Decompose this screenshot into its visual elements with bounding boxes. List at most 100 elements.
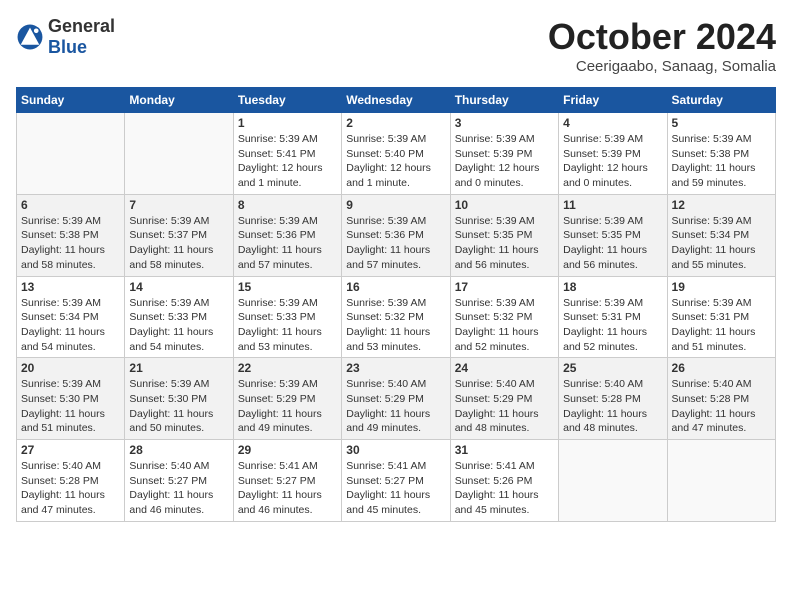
calendar-cell	[17, 113, 125, 195]
calendar-week-5: 27Sunrise: 5:40 AMSunset: 5:28 PMDayligh…	[17, 440, 776, 522]
day-number: 16	[346, 280, 445, 294]
cell-details: Sunrise: 5:39 AMSunset: 5:31 PMDaylight:…	[563, 296, 662, 355]
cell-details: Sunrise: 5:39 AMSunset: 5:35 PMDaylight:…	[455, 214, 554, 273]
weekday-header-row: SundayMondayTuesdayWednesdayThursdayFrid…	[17, 88, 776, 113]
cell-details: Sunrise: 5:41 AMSunset: 5:27 PMDaylight:…	[238, 459, 337, 518]
calendar-cell: 21 Sunrise: 5:39 AMSunset: 5:30 PMDayligh…	[125, 358, 233, 440]
day-number: 23	[346, 361, 445, 375]
cell-details: Sunrise: 5:39 AMSunset: 5:29 PMDaylight:…	[238, 377, 337, 436]
calendar-cell: 13 Sunrise: 5:39 AMSunset: 5:34 PMDayligh…	[17, 276, 125, 358]
calendar-body: 1Sunrise: 5:39 AMSunset: 5:41 PMDaylight…	[17, 113, 776, 522]
weekday-header-wednesday: Wednesday	[342, 88, 450, 113]
calendar-cell: 29 Sunrise: 5:41 AMSunset: 5:27 PMDayligh…	[233, 440, 341, 522]
day-number: 11	[563, 198, 662, 212]
calendar-cell: 30 Sunrise: 5:41 AMSunset: 5:27 PMDayligh…	[342, 440, 450, 522]
cell-details: Sunrise: 5:40 AMSunset: 5:28 PMDaylight:…	[672, 377, 771, 436]
calendar-cell: 2Sunrise: 5:39 AMSunset: 5:40 PMDaylight…	[342, 113, 450, 195]
day-number: 13	[21, 280, 120, 294]
day-number: 5	[672, 116, 771, 130]
logo-text: General Blue	[48, 16, 115, 58]
calendar-cell: 25 Sunrise: 5:40 AMSunset: 5:28 PMDayligh…	[559, 358, 667, 440]
calendar-cell: 6Sunrise: 5:39 AMSunset: 5:38 PMDaylight…	[17, 194, 125, 276]
day-number: 9	[346, 198, 445, 212]
cell-details: Sunrise: 5:39 AMSunset: 5:34 PMDaylight:…	[21, 296, 120, 355]
cell-details: Sunrise: 5:39 AMSunset: 5:39 PMDaylight:…	[455, 132, 554, 191]
cell-details: Sunrise: 5:39 AMSunset: 5:37 PMDaylight:…	[129, 214, 228, 273]
page-header: General Blue October 2024 Ceerigaabo, Sa…	[16, 16, 776, 75]
calendar-week-2: 6Sunrise: 5:39 AMSunset: 5:38 PMDaylight…	[17, 194, 776, 276]
cell-details: Sunrise: 5:39 AMSunset: 5:32 PMDaylight:…	[346, 296, 445, 355]
calendar-cell: 10Sunrise: 5:39 AMSunset: 5:35 PMDayligh…	[450, 194, 558, 276]
logo-blue: Blue	[48, 37, 87, 57]
calendar-table: SundayMondayTuesdayWednesdayThursdayFrid…	[16, 87, 776, 522]
calendar-cell	[559, 440, 667, 522]
cell-details: Sunrise: 5:39 AMSunset: 5:40 PMDaylight:…	[346, 132, 445, 191]
cell-details: Sunrise: 5:40 AMSunset: 5:29 PMDaylight:…	[346, 377, 445, 436]
calendar-cell: 31 Sunrise: 5:41 AMSunset: 5:26 PMDayligh…	[450, 440, 558, 522]
calendar-cell: 5Sunrise: 5:39 AMSunset: 5:38 PMDaylight…	[667, 113, 775, 195]
calendar-cell	[125, 113, 233, 195]
day-number: 21	[129, 361, 228, 375]
calendar-cell: 24 Sunrise: 5:40 AMSunset: 5:29 PMDayligh…	[450, 358, 558, 440]
cell-details: Sunrise: 5:40 AMSunset: 5:28 PMDaylight:…	[563, 377, 662, 436]
calendar-cell: 16 Sunrise: 5:39 AMSunset: 5:32 PMDayligh…	[342, 276, 450, 358]
day-number: 4	[563, 116, 662, 130]
day-number: 29	[238, 443, 337, 457]
day-number: 7	[129, 198, 228, 212]
weekday-header-saturday: Saturday	[667, 88, 775, 113]
calendar-cell: 7 Sunrise: 5:39 AMSunset: 5:37 PMDaylight…	[125, 194, 233, 276]
calendar-week-4: 20 Sunrise: 5:39 AMSunset: 5:30 PMDayligh…	[17, 358, 776, 440]
weekday-header-tuesday: Tuesday	[233, 88, 341, 113]
weekday-header-monday: Monday	[125, 88, 233, 113]
calendar-cell: 19Sunrise: 5:39 AMSunset: 5:31 PMDayligh…	[667, 276, 775, 358]
calendar-cell: 1Sunrise: 5:39 AMSunset: 5:41 PMDaylight…	[233, 113, 341, 195]
weekday-header-friday: Friday	[559, 88, 667, 113]
day-number: 18	[563, 280, 662, 294]
calendar-cell: 9 Sunrise: 5:39 AMSunset: 5:36 PMDaylight…	[342, 194, 450, 276]
cell-details: Sunrise: 5:40 AMSunset: 5:27 PMDaylight:…	[129, 459, 228, 518]
day-number: 20	[21, 361, 120, 375]
day-number: 26	[672, 361, 771, 375]
day-number: 28	[129, 443, 228, 457]
calendar-cell: 18 Sunrise: 5:39 AMSunset: 5:31 PMDayligh…	[559, 276, 667, 358]
calendar-cell: 28 Sunrise: 5:40 AMSunset: 5:27 PMDayligh…	[125, 440, 233, 522]
day-number: 12	[672, 198, 771, 212]
day-number: 1	[238, 116, 337, 130]
cell-details: Sunrise: 5:39 AMSunset: 5:33 PMDaylight:…	[238, 296, 337, 355]
weekday-header-thursday: Thursday	[450, 88, 558, 113]
calendar-week-1: 1Sunrise: 5:39 AMSunset: 5:41 PMDaylight…	[17, 113, 776, 195]
calendar-cell: 22 Sunrise: 5:39 AMSunset: 5:29 PMDayligh…	[233, 358, 341, 440]
day-number: 22	[238, 361, 337, 375]
calendar-cell: 27Sunrise: 5:40 AMSunset: 5:28 PMDayligh…	[17, 440, 125, 522]
cell-details: Sunrise: 5:41 AMSunset: 5:26 PMDaylight:…	[455, 459, 554, 518]
logo-icon	[16, 23, 44, 51]
calendar-cell: 3 Sunrise: 5:39 AMSunset: 5:39 PMDaylight…	[450, 113, 558, 195]
cell-details: Sunrise: 5:39 AMSunset: 5:30 PMDaylight:…	[21, 377, 120, 436]
cell-details: Sunrise: 5:39 AMSunset: 5:30 PMDaylight:…	[129, 377, 228, 436]
calendar-cell	[667, 440, 775, 522]
title-block: October 2024 Ceerigaabo, Sanaag, Somalia	[548, 16, 776, 75]
day-number: 3	[455, 116, 554, 130]
day-number: 19	[672, 280, 771, 294]
cell-details: Sunrise: 5:39 AMSunset: 5:32 PMDaylight:…	[455, 296, 554, 355]
day-number: 24	[455, 361, 554, 375]
cell-details: Sunrise: 5:39 AMSunset: 5:36 PMDaylight:…	[346, 214, 445, 273]
cell-details: Sunrise: 5:40 AMSunset: 5:29 PMDaylight:…	[455, 377, 554, 436]
day-number: 31	[455, 443, 554, 457]
calendar-cell: 20 Sunrise: 5:39 AMSunset: 5:30 PMDayligh…	[17, 358, 125, 440]
calendar-week-3: 13 Sunrise: 5:39 AMSunset: 5:34 PMDayligh…	[17, 276, 776, 358]
cell-details: Sunrise: 5:39 AMSunset: 5:35 PMDaylight:…	[563, 214, 662, 273]
logo-general: General	[48, 16, 115, 36]
day-number: 14	[129, 280, 228, 294]
day-number: 25	[563, 361, 662, 375]
calendar-cell: 17Sunrise: 5:39 AMSunset: 5:32 PMDayligh…	[450, 276, 558, 358]
cell-details: Sunrise: 5:39 AMSunset: 5:33 PMDaylight:…	[129, 296, 228, 355]
weekday-header-sunday: Sunday	[17, 88, 125, 113]
day-number: 30	[346, 443, 445, 457]
cell-details: Sunrise: 5:39 AMSunset: 5:34 PMDaylight:…	[672, 214, 771, 273]
month-title: October 2024	[548, 16, 776, 58]
calendar-cell: 26 Sunrise: 5:40 AMSunset: 5:28 PMDayligh…	[667, 358, 775, 440]
calendar-cell: 23 Sunrise: 5:40 AMSunset: 5:29 PMDayligh…	[342, 358, 450, 440]
cell-details: Sunrise: 5:40 AMSunset: 5:28 PMDaylight:…	[21, 459, 120, 518]
cell-details: Sunrise: 5:41 AMSunset: 5:27 PMDaylight:…	[346, 459, 445, 518]
